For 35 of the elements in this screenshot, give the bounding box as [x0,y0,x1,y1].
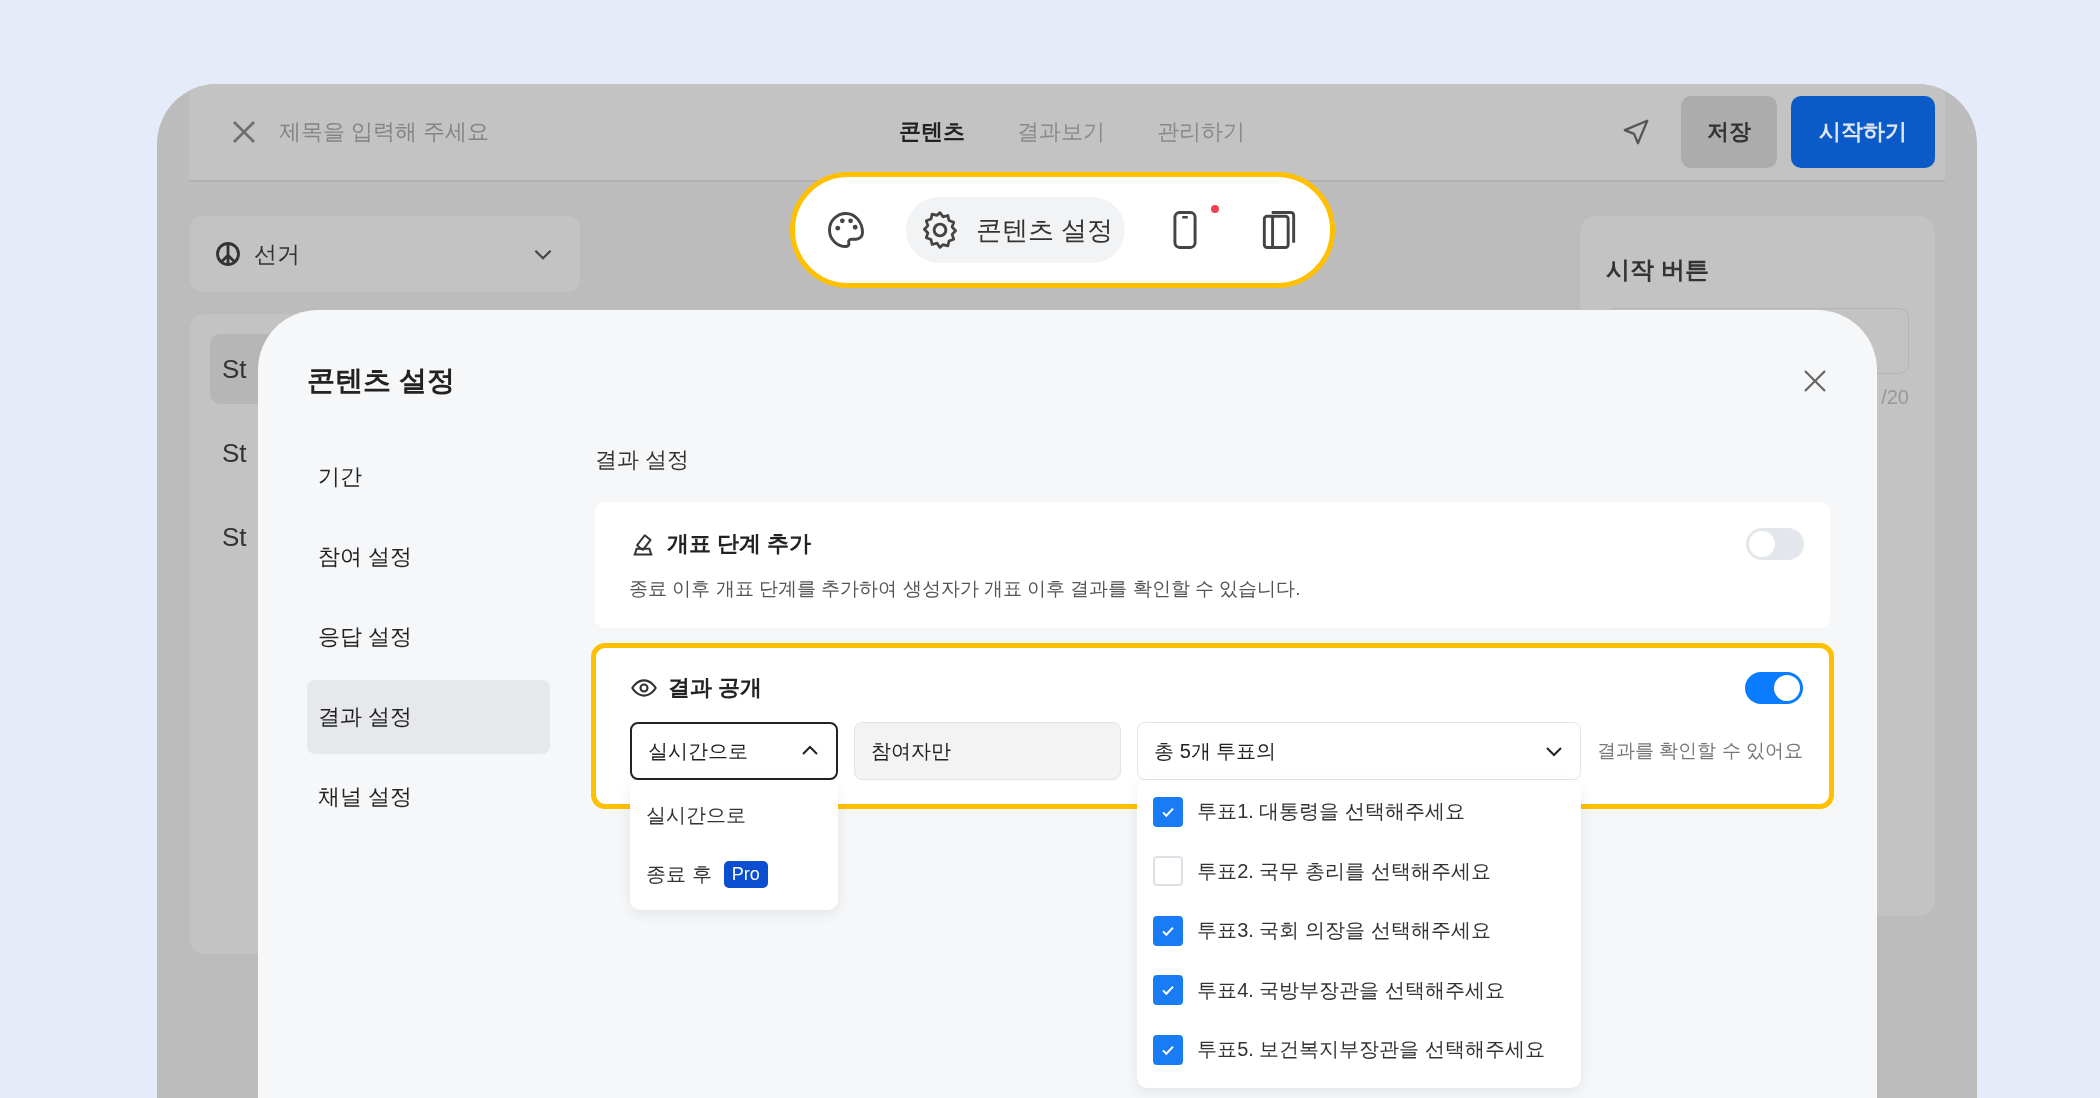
setting-description: 종료 이후 개표 단계를 추가하여 생성자가 개표 이후 결과를 확인할 수 있습니다. [629,577,1302,601]
toolbar-button[interactable]: 콘텐츠 설정 [905,197,1126,263]
save-button[interactable]: 저장 [1681,96,1777,168]
vote-option[interactable]: 투표1. 대통령을 선택해주세요 [1197,798,1465,826]
send-icon[interactable] [1621,117,1651,147]
toggle-switch[interactable] [1746,528,1804,560]
vote-option[interactable]: 투표5. 보건복지부장관을 선택해주세요 [1197,1036,1545,1064]
start-button[interactable]: 시작하기 [1791,96,1935,168]
votes-dropdown[interactable]: 총 5개 투표의 [1137,722,1582,780]
nav-item[interactable]: 채널 설정 [307,760,551,834]
vote-option[interactable]: 투표4. 국방부장관을 선택해주세요 [1197,976,1505,1004]
tab[interactable]: 콘텐츠 [899,117,965,147]
nav-item[interactable]: 참여 설정 [307,520,551,594]
setting-title: 개표 단계 추가 [667,530,812,558]
menu-option[interactable]: 실시간으로 [630,786,839,845]
suffix-text: 결과를 확인할 수 있어요 [1597,739,1803,763]
timing-dropdown[interactable]: 실시간으로 [630,722,839,780]
vote-option[interactable]: 투표3. 국회 의장을 선택해주세요 [1197,917,1491,945]
checkbox[interactable] [1153,975,1184,1006]
setting-title: 결과 공개 [668,674,763,702]
peace-icon [214,240,242,268]
category-dropdown[interactable]: 선거 [190,216,580,292]
pro-badge: Pro [723,861,768,888]
vote-option[interactable]: 투표2. 국무 총리를 선택해주세요 [1197,857,1491,885]
nav-item[interactable]: 결과 설정 [307,680,551,754]
menu-option[interactable]: 종료 후 Pro [630,845,839,904]
toggle-switch[interactable] [1745,672,1803,704]
checkbox[interactable] [1153,915,1184,946]
modal-title: 콘텐츠 설정 [307,364,455,398]
checkbox[interactable] [1153,1034,1184,1065]
checkbox[interactable] [1153,796,1184,827]
panel-title: 시작 버튼 [1606,255,1710,285]
section-title: 결과 설정 [595,446,691,474]
nav-item[interactable]: 응답 설정 [307,600,551,674]
nav-item[interactable]: 기간 [307,440,551,514]
